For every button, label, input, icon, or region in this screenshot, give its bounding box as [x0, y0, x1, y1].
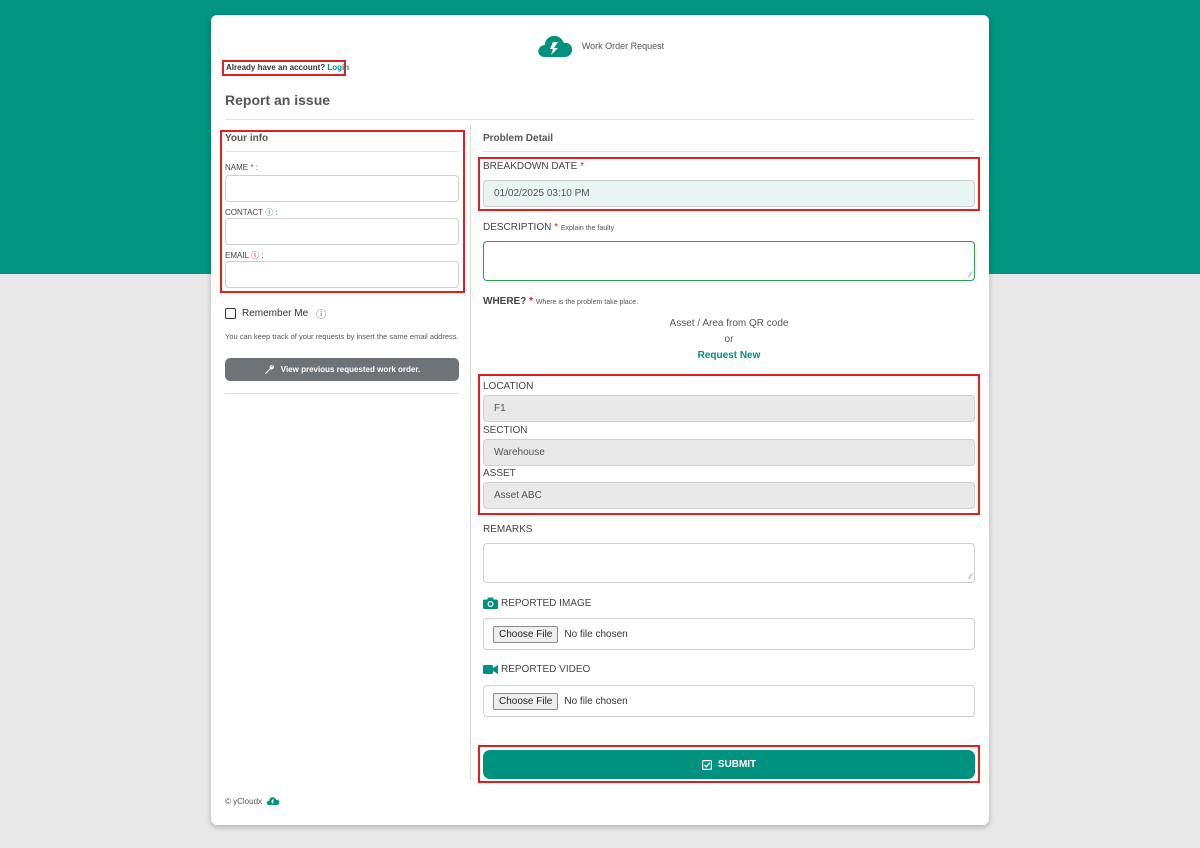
asset-label: ASSET [483, 468, 516, 479]
remember-me[interactable]: Remember Me ⓘ [225, 306, 326, 321]
view-previous-label: View previous requested work order. [280, 365, 421, 374]
title-divider [225, 119, 975, 120]
name-label-suffix: : [255, 163, 258, 172]
required-mark: * [580, 161, 584, 172]
resize-handle-icon[interactable]: ∕∕ [969, 573, 972, 581]
breakdown-date-label-text: BREAKDOWN DATE [483, 161, 578, 172]
breakdown-date-input[interactable]: 01/02/2025 03:10 PM [483, 180, 975, 207]
breakdown-date-label: BREAKDOWN DATE * [483, 161, 584, 172]
contact-input[interactable] [225, 218, 459, 245]
description-hint: Explain the faulty [560, 225, 615, 232]
remarks-textarea[interactable]: ∕∕ [483, 543, 975, 583]
login-prompt-text: Already have an account? [226, 63, 326, 72]
remarks-label: REMARKS [483, 524, 533, 535]
email-input[interactable] [225, 261, 459, 288]
reported-image-label: REPORTED IMAGE [483, 597, 591, 609]
description-textarea[interactable]: ∕∕ [483, 241, 975, 281]
warning-info-icon: ⓘ [250, 251, 259, 260]
your-info-divider [225, 151, 459, 152]
remember-me-label: Remember Me [242, 308, 309, 319]
problem-detail-title: Problem Detail [483, 133, 554, 144]
column-divider [470, 125, 471, 780]
page-title: Report an issue [225, 92, 331, 108]
info-icon: ⓘ [316, 310, 327, 321]
or-text: or [724, 334, 734, 345]
name-label: NAME * : [225, 163, 258, 172]
name-required-mark: * [250, 163, 254, 172]
request-new-link: Request New [483, 350, 975, 361]
reported-video-label: REPORTED VIDEO [483, 664, 590, 675]
reported-video-file-input[interactable]: Choose File No file chosen [483, 685, 975, 717]
required-mark: * [529, 296, 534, 307]
where-label-text: WHERE? [483, 296, 527, 307]
copyright-text: © yCloudx [225, 796, 263, 806]
email-label: EMAIL ⓘ : [225, 250, 263, 261]
description-label: DESCRIPTION * Explain the faulty [483, 222, 614, 233]
location-label: LOCATION [483, 381, 534, 392]
email-label-text: EMAIL [225, 251, 249, 260]
cloud-logo-icon [266, 796, 280, 806]
remember-help-text: You can keep track of your requests by i… [225, 332, 459, 341]
wrench-icon [264, 364, 275, 375]
reported-image-file-input[interactable]: Choose File No file chosen [483, 618, 975, 650]
contact-label-text: CONTACT [225, 208, 263, 217]
request-new-link-text[interactable]: Request New [698, 350, 761, 361]
left-bottom-divider [225, 393, 459, 394]
no-file-text: No file chosen [564, 695, 628, 707]
remember-me-checkbox[interactable] [225, 308, 236, 319]
name-label-text: NAME [225, 163, 249, 172]
your-info-title: Your info [225, 133, 269, 144]
where-hint: Where is the problem take place. [535, 299, 639, 306]
asset-input[interactable]: Asset ABC [483, 482, 975, 509]
contact-label-suffix: : [275, 208, 278, 217]
app-title: Work Order Request [581, 41, 665, 51]
name-input[interactable] [225, 175, 459, 202]
section-input[interactable]: Warehouse [483, 439, 975, 466]
cloud-bolt-icon [536, 33, 574, 59]
submit-label: SUBMIT [717, 759, 757, 770]
resize-handle-icon[interactable]: ∕∕ [969, 271, 972, 279]
qr-code-text: Asset / Area from QR code [669, 318, 789, 329]
view-previous-button[interactable]: View previous requested work order. [225, 358, 459, 381]
check-square-icon [701, 759, 712, 770]
where-label: WHERE? * Where is the problem take place… [483, 296, 638, 307]
problem-detail-divider [483, 151, 975, 152]
camera-icon [483, 597, 498, 609]
form-card: Work Order Request Already have an accou… [211, 15, 989, 825]
submit-button[interactable]: SUBMIT [483, 750, 975, 779]
video-camera-icon [483, 664, 498, 675]
reported-image-label-text: REPORTED IMAGE [501, 597, 592, 609]
footer: © yCloudx [225, 796, 280, 806]
email-label-suffix: : [261, 251, 264, 260]
no-file-text: No file chosen [564, 628, 628, 640]
info-icon: ⓘ [265, 208, 274, 217]
app-logo: Work Order Request [536, 33, 664, 59]
required-mark: * [554, 222, 559, 233]
login-link[interactable]: Login [327, 63, 349, 72]
description-label-text: DESCRIPTION [483, 222, 552, 233]
choose-file-button[interactable]: Choose File [493, 692, 559, 710]
reported-video-label-text: REPORTED VIDEO [501, 664, 591, 675]
login-prompt: Already have an account? Login [224, 62, 351, 73]
section-label: SECTION [483, 425, 528, 436]
contact-label: CONTACT ⓘ : [225, 207, 278, 218]
choose-file-button[interactable]: Choose File [493, 625, 559, 643]
location-input[interactable]: F1 [483, 395, 975, 422]
